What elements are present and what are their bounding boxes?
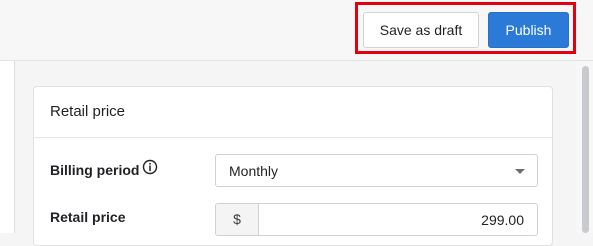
scrollbar-thumb[interactable] — [582, 66, 589, 233]
retail-price-value: 299.00 — [481, 212, 524, 228]
divider — [34, 137, 552, 138]
billing-period-value: Monthly — [229, 163, 279, 179]
info-icon[interactable] — [142, 159, 158, 175]
billing-period-select[interactable]: Monthly — [215, 154, 538, 187]
publish-button[interactable]: Publish — [488, 12, 569, 48]
top-toolbar: Save as draft Publish — [0, 0, 593, 61]
card-title: Retail price — [50, 103, 126, 120]
retail-price-card: Retail price Billing period Monthly Reta… — [33, 86, 553, 246]
currency-prefix: $ — [216, 204, 259, 235]
save-as-draft-button[interactable]: Save as draft — [363, 12, 479, 48]
retail-price-input[interactable]: $ 299.00 — [215, 203, 538, 236]
side-panel — [0, 61, 15, 233]
billing-period-label: Billing period — [50, 162, 140, 178]
chevron-down-icon — [515, 169, 525, 174]
retail-price-label: Retail price — [50, 209, 126, 225]
